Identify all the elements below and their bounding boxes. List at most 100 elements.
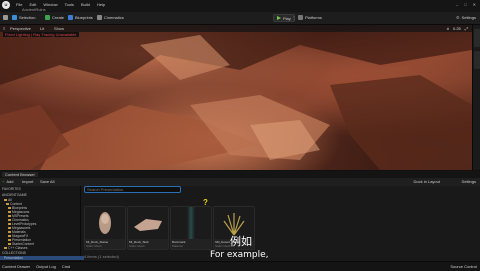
- blueprint-icon: [68, 15, 73, 20]
- folder-icon: [8, 222, 11, 226]
- blueprints-button[interactable]: Blueprints: [68, 15, 93, 20]
- folder-icon: [8, 210, 11, 214]
- folder-icon: [8, 242, 11, 246]
- search-placeholder: Search Presentation: [87, 187, 124, 192]
- asset-thumbnail: [171, 207, 211, 239]
- folder-icon: [8, 226, 11, 230]
- content-browser-settings-button[interactable]: Settings: [462, 179, 476, 184]
- main-toolbar: Selection Create Blueprints Cinematics P…: [0, 12, 480, 25]
- right-side-tabs: [472, 25, 480, 170]
- selected-collection[interactable]: Presentation: [0, 256, 84, 260]
- asset-type: Static Mesh: [215, 244, 231, 248]
- settings-button[interactable]: ⚙ Settings: [456, 15, 476, 20]
- folder-icon: [8, 234, 11, 238]
- platforms-icon: [298, 15, 303, 20]
- status-left: Content Drawer Output Log Cmd: [2, 264, 70, 269]
- cinematics-button[interactable]: Cinematics: [97, 15, 124, 20]
- close-icon[interactable]: ✕: [473, 2, 476, 7]
- folder-icon: [8, 230, 11, 234]
- details-tab[interactable]: [474, 51, 480, 69]
- add-button[interactable]: + Add: [2, 179, 13, 184]
- folder-icon: [4, 198, 7, 202]
- selection-mode-label: Selection: [19, 15, 36, 20]
- source-control-button[interactable]: Source Control: [450, 264, 477, 269]
- asset-thumbnail: [128, 207, 168, 239]
- favorites-header[interactable]: FAVORITES: [2, 187, 21, 191]
- level-viewport[interactable]: ≡ Perspective Lit Show # 0.25 ⤢ Fixed Li…: [0, 25, 472, 170]
- unreal-logo-icon[interactable]: U: [2, 1, 10, 9]
- platforms-label: Platforms: [305, 15, 322, 20]
- selection-mode-button[interactable]: Selection: [12, 15, 35, 20]
- play-options-icon[interactable]: ⋮: [292, 15, 296, 20]
- asset-type: Static Mesh: [129, 244, 145, 248]
- asset-thumbnail: [85, 207, 125, 239]
- folder-icon: [4, 246, 7, 250]
- save-all-button[interactable]: Save All: [40, 179, 54, 184]
- subtitle-chinese: 例如: [230, 235, 252, 248]
- maximize-icon[interactable]: □: [464, 2, 466, 7]
- menu-build[interactable]: Build: [81, 2, 90, 7]
- blueprints-label: Blueprints: [75, 15, 93, 20]
- rock-scene-image: [0, 25, 472, 170]
- project-root[interactable]: ANCIENTGAME: [2, 193, 27, 197]
- platforms-button[interactable]: Platforms: [298, 15, 322, 20]
- create-icon: [45, 15, 50, 20]
- content-browser-tabbar: Content Browser: [0, 171, 480, 178]
- viewport-warning: Fixed Lighting | Ray Tracing Unavailable: [3, 32, 79, 37]
- import-button[interactable]: Import: [22, 179, 33, 184]
- asset-tile[interactable]: Bookmark Material ?: [170, 198, 212, 250]
- unknown-asset-icon: ?: [203, 198, 208, 207]
- play-label: Play: [283, 15, 291, 21]
- save-icon: [3, 15, 8, 20]
- clapperboard-icon: [97, 15, 102, 20]
- folder-icon: [6, 202, 9, 206]
- camera-speed[interactable]: 0.25: [453, 26, 461, 31]
- menu-tools[interactable]: Tools: [65, 2, 74, 7]
- play-icon: [277, 16, 281, 20]
- show-button[interactable]: Show: [54, 26, 64, 31]
- minimize-icon[interactable]: –: [456, 2, 458, 7]
- folder-icon: [8, 206, 11, 210]
- folder-icon: [8, 218, 11, 222]
- viewport-menu-icon[interactable]: ≡: [3, 26, 5, 31]
- gear-icon: ⚙: [455, 15, 460, 20]
- perspective-button[interactable]: Perspective: [10, 26, 31, 31]
- plus-icon: +: [2, 179, 5, 184]
- menu-help[interactable]: Help: [97, 2, 105, 7]
- output-log-button[interactable]: Output Log: [36, 264, 56, 269]
- content-browser-tab[interactable]: Content Browser: [2, 172, 38, 177]
- select-icon: [12, 15, 17, 20]
- maximize-viewport-icon[interactable]: ⤢: [465, 26, 468, 31]
- folder-icon: [8, 238, 11, 242]
- cinematics-label: Cinematics: [104, 15, 124, 20]
- title-bar: U File Edit Window Tools Build Help Anci…: [0, 0, 480, 12]
- folder-tree: FAVORITES ANCIENTGAME All Content Bluepr…: [0, 186, 84, 261]
- content-drawer-button[interactable]: Content Drawer: [2, 264, 30, 269]
- lit-button[interactable]: Lit: [40, 26, 44, 31]
- outliner-tab[interactable]: [474, 29, 480, 47]
- asset-type: Static Mesh: [86, 244, 102, 248]
- asset-view: Search Presentation MI_Rock_Statue Stati…: [82, 186, 480, 261]
- grid-snap-icon[interactable]: #: [447, 26, 449, 31]
- dock-in-layout-button[interactable]: Dock in Layout: [414, 179, 440, 184]
- create-button[interactable]: Create: [45, 15, 64, 20]
- search-input[interactable]: Search Presentation: [84, 186, 181, 193]
- viewport-toolbar: ≡ Perspective Lit Show # 0.25 ⤢: [0, 25, 472, 32]
- status-right: Source Control: [450, 264, 477, 269]
- collections-header[interactable]: COLLECTIONS: [2, 251, 26, 255]
- asset-tile[interactable]: MI_Rock_Slab Static Mesh: [127, 206, 169, 250]
- tree-folder[interactable]: C++ Classes: [4, 246, 27, 250]
- create-label: Create: [52, 15, 65, 20]
- subtitle-english: For example,: [210, 250, 269, 260]
- items-count: 4 items (1 selected): [84, 254, 119, 259]
- save-button[interactable]: [3, 15, 8, 20]
- asset-type: Material: [172, 244, 183, 248]
- content-browser-toolbar: + Add Import Save All Dock in Layout Set…: [0, 178, 480, 186]
- asset-tile[interactable]: MI_Rock_Statue Static Mesh: [84, 206, 126, 250]
- window-controls: – □ ✕: [456, 2, 476, 7]
- folder-icon: [8, 214, 11, 218]
- cmd-button[interactable]: Cmd: [62, 264, 70, 269]
- viewport-snap-settings: # 0.25 ⤢: [447, 26, 468, 31]
- settings-label: Settings: [461, 15, 476, 20]
- add-label: Add: [6, 179, 14, 184]
